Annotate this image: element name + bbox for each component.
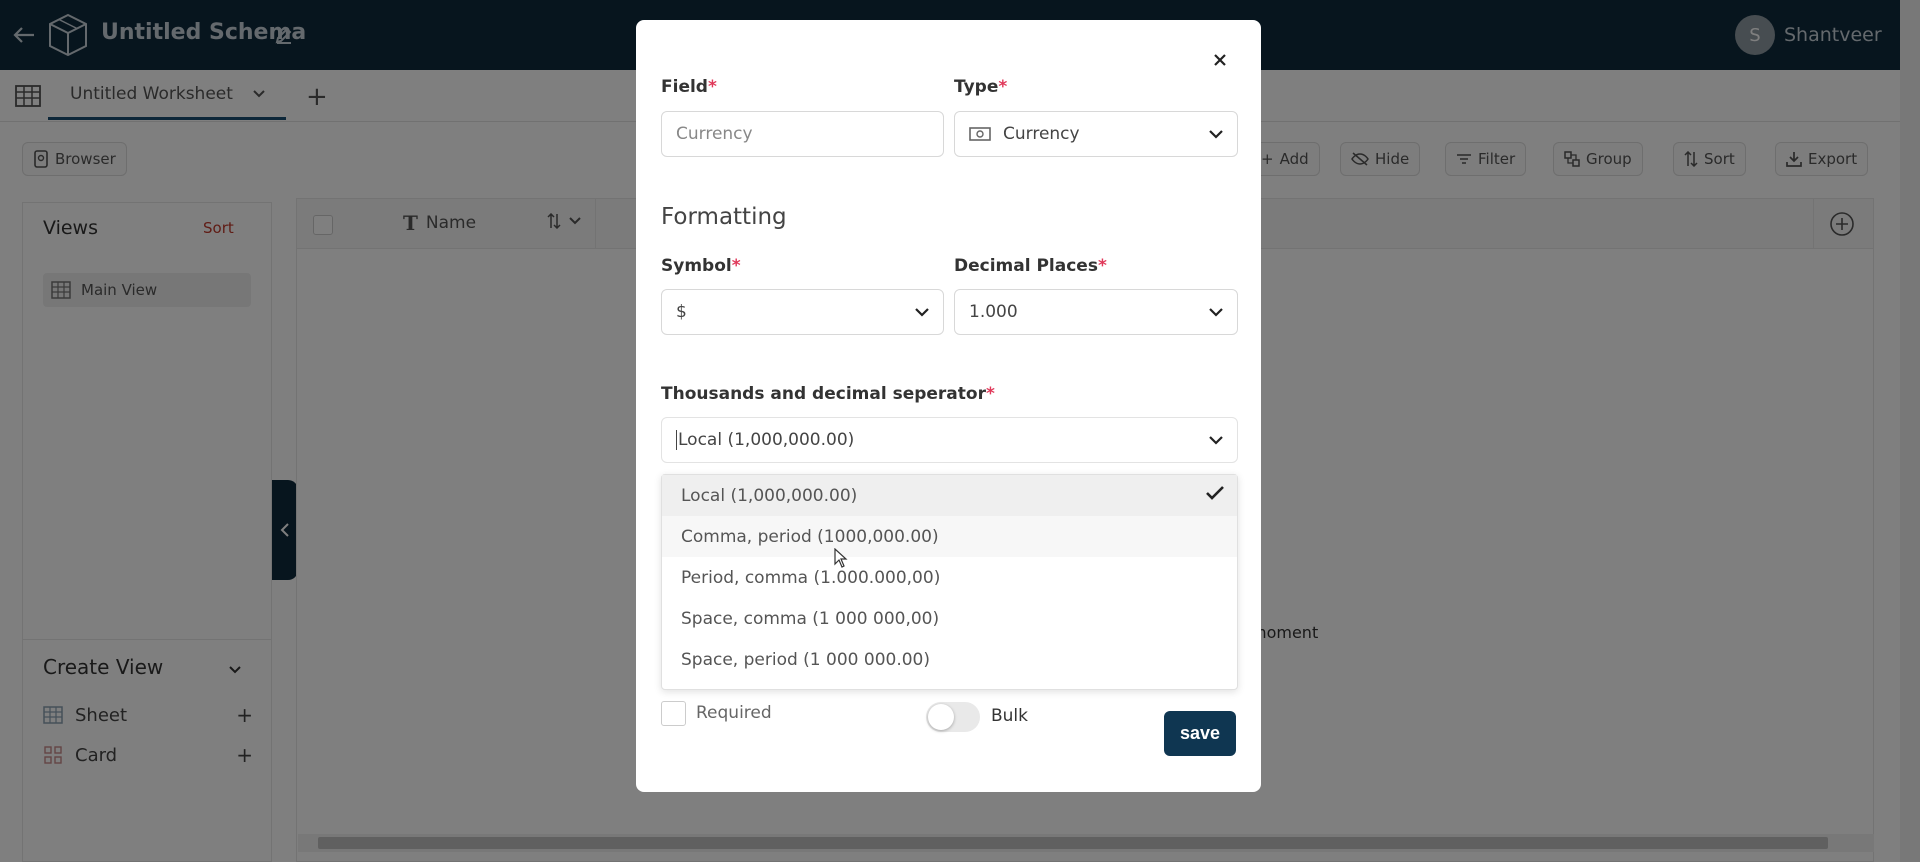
- check-icon: [1206, 486, 1224, 500]
- separator-options-list: Local (1,000,000.00) Comma, period (1000…: [661, 474, 1238, 690]
- option-label: Comma, period (1000,000.00): [681, 526, 939, 547]
- option-period-comma[interactable]: Period, comma (1.000.000,00): [662, 557, 1237, 598]
- type-label-text: Type: [954, 77, 999, 97]
- required-asterisk: *: [731, 256, 741, 276]
- separator-value: Local (1,000,000.00): [676, 430, 1209, 450]
- field-label-text: Field: [661, 77, 708, 97]
- chevron-down-icon: [915, 307, 929, 317]
- option-label: Local (1,000,000.00): [681, 485, 858, 506]
- toggle-knob: [928, 704, 954, 730]
- banknote-icon: [969, 127, 991, 141]
- symbol-label-text: Symbol: [661, 256, 732, 276]
- decimal-places-label: Decimal Places*: [954, 256, 1107, 276]
- bulk-label: Bulk: [991, 706, 1029, 726]
- close-icon[interactable]: [1208, 48, 1232, 72]
- field-name-value: Currency: [676, 124, 753, 144]
- field-label: Field*: [661, 77, 717, 97]
- mouse-cursor-icon: [834, 547, 848, 568]
- symbol-value: $: [676, 302, 687, 322]
- chevron-down-icon: [1209, 307, 1223, 317]
- required-asterisk: *: [707, 77, 717, 97]
- option-space-comma[interactable]: Space, comma (1 000 000,00): [662, 598, 1237, 639]
- required-checkbox[interactable]: [661, 701, 686, 726]
- type-value: Currency: [1003, 124, 1080, 144]
- field-name-input[interactable]: Currency: [661, 111, 944, 157]
- option-label: Space, comma (1 000 000,00): [681, 608, 940, 629]
- separator-label: Thousands and decimal seperator*: [661, 384, 995, 404]
- chevron-down-icon: [1209, 129, 1223, 139]
- decimal-places-select[interactable]: 1.000: [954, 289, 1238, 335]
- type-label: Type*: [954, 77, 1007, 97]
- separator-select[interactable]: Local (1,000,000.00): [661, 417, 1238, 463]
- required-asterisk: *: [998, 77, 1008, 97]
- separator-label-text: Thousands and decimal seperator: [661, 384, 986, 404]
- type-select[interactable]: Currency: [954, 111, 1238, 157]
- save-button[interactable]: save: [1164, 711, 1236, 756]
- option-local[interactable]: Local (1,000,000.00): [662, 475, 1237, 516]
- option-label: Period, comma (1.000.000,00): [681, 567, 941, 588]
- option-label: Space, period (1 000 000.00): [681, 649, 930, 670]
- formatting-title: Formatting: [661, 204, 787, 230]
- required-asterisk: *: [1097, 256, 1107, 276]
- required-asterisk: *: [985, 384, 995, 404]
- bulk-toggle[interactable]: [926, 702, 980, 732]
- chevron-down-icon: [1209, 435, 1223, 445]
- symbol-select[interactable]: $: [661, 289, 944, 335]
- decimal-places-value: 1.000: [969, 302, 1018, 322]
- required-label: Required: [696, 703, 772, 723]
- field-settings-modal: Field* Currency Type* Currency Formattin…: [636, 20, 1261, 792]
- decimal-places-label-text: Decimal Places: [954, 256, 1098, 276]
- option-space-period[interactable]: Space, period (1 000 000.00): [662, 639, 1237, 680]
- symbol-label: Symbol*: [661, 256, 741, 276]
- option-comma-period[interactable]: Comma, period (1000,000.00): [662, 516, 1237, 557]
